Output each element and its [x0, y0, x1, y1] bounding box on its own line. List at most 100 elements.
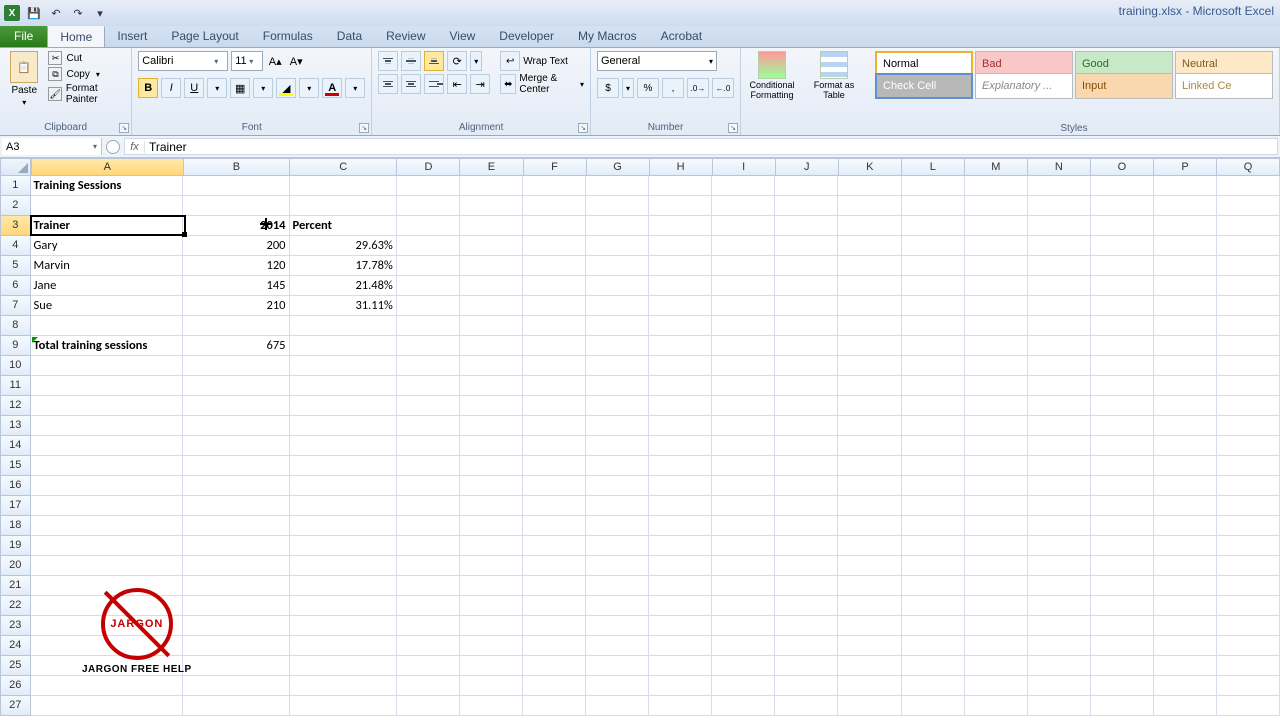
cell[interactable]: [397, 596, 460, 616]
cell[interactable]: [586, 516, 649, 536]
cell[interactable]: [460, 216, 523, 236]
cell[interactable]: [523, 396, 586, 416]
cell[interactable]: [1028, 536, 1091, 556]
cell[interactable]: [1154, 596, 1217, 616]
row-header[interactable]: 4: [0, 236, 31, 256]
cell[interactable]: [1091, 356, 1154, 376]
cell[interactable]: [1028, 516, 1091, 536]
cell[interactable]: [31, 556, 184, 576]
cell[interactable]: [649, 336, 712, 356]
cell[interactable]: [712, 256, 775, 276]
underline-button[interactable]: U: [184, 78, 204, 98]
cell[interactable]: [31, 436, 184, 456]
cell[interactable]: [460, 656, 523, 676]
cell[interactable]: [1154, 296, 1217, 316]
cell[interactable]: [1028, 436, 1091, 456]
cell[interactable]: [586, 616, 649, 636]
cell[interactable]: [1154, 636, 1217, 656]
orientation-dropdown-icon[interactable]: ▾: [470, 51, 482, 71]
cell[interactable]: [290, 376, 397, 396]
cell[interactable]: [1091, 656, 1154, 676]
cell[interactable]: [31, 316, 184, 336]
cell[interactable]: [586, 476, 649, 496]
cell[interactable]: [397, 536, 460, 556]
cell[interactable]: [586, 456, 649, 476]
number-format-select[interactable]: General▾: [597, 51, 717, 71]
cell[interactable]: [1091, 676, 1154, 696]
cell[interactable]: [712, 416, 775, 436]
cell[interactable]: [1217, 336, 1280, 356]
cell[interactable]: [1217, 276, 1280, 296]
cell[interactable]: [902, 516, 965, 536]
cell[interactable]: [523, 376, 586, 396]
cell[interactable]: [775, 296, 838, 316]
cell[interactable]: [649, 296, 712, 316]
cell[interactable]: [523, 516, 586, 536]
cell[interactable]: [712, 276, 775, 296]
cell[interactable]: [1028, 256, 1091, 276]
cell[interactable]: [965, 356, 1028, 376]
cell[interactable]: [838, 596, 901, 616]
cell[interactable]: [775, 316, 838, 336]
cell[interactable]: [775, 436, 838, 456]
cell[interactable]: [1028, 336, 1091, 356]
cell[interactable]: [965, 236, 1028, 256]
cell[interactable]: [965, 496, 1028, 516]
increase-decimal-button[interactable]: .0→: [687, 78, 709, 98]
conditional-formatting-button[interactable]: Conditional Formatting: [743, 51, 801, 121]
cell[interactable]: [1091, 236, 1154, 256]
tab-acrobat[interactable]: Acrobat: [649, 26, 714, 47]
cell[interactable]: [586, 416, 649, 436]
cell[interactable]: [965, 436, 1028, 456]
cell[interactable]: [397, 436, 460, 456]
cell[interactable]: [290, 356, 397, 376]
worksheet[interactable]: A B C D E F G H I J K L M N O P Q 1Train…: [0, 158, 1280, 716]
cell[interactable]: [965, 476, 1028, 496]
cell[interactable]: [902, 316, 965, 336]
cell[interactable]: [775, 496, 838, 516]
cell[interactable]: [290, 576, 397, 596]
cell[interactable]: [1217, 476, 1280, 496]
cell[interactable]: [1154, 176, 1217, 196]
cell[interactable]: [965, 176, 1028, 196]
cell[interactable]: [460, 616, 523, 636]
qat-dropdown-icon[interactable]: ▾: [92, 5, 108, 21]
cell[interactable]: [183, 576, 289, 596]
cell[interactable]: [1217, 536, 1280, 556]
font-name-select[interactable]: Calibri▾: [138, 51, 228, 71]
cell[interactable]: [397, 616, 460, 636]
cell[interactable]: [290, 196, 397, 216]
cell[interactable]: [712, 576, 775, 596]
cell[interactable]: [712, 216, 775, 236]
cell[interactable]: [902, 376, 965, 396]
cell[interactable]: [712, 476, 775, 496]
cell[interactable]: [902, 556, 965, 576]
cell[interactable]: [1154, 196, 1217, 216]
cell[interactable]: [902, 456, 965, 476]
cell[interactable]: [712, 556, 775, 576]
cell[interactable]: [902, 296, 965, 316]
cell[interactable]: [183, 656, 289, 676]
cell[interactable]: [397, 516, 460, 536]
cell[interactable]: [183, 416, 289, 436]
col-header-p[interactable]: P: [1154, 158, 1217, 176]
number-launcher-icon[interactable]: ↘: [728, 123, 738, 133]
cell[interactable]: [649, 496, 712, 516]
cell[interactable]: [1217, 176, 1280, 196]
cell[interactable]: [183, 456, 289, 476]
cell[interactable]: [1217, 556, 1280, 576]
cell[interactable]: [1154, 516, 1217, 536]
cell[interactable]: [902, 196, 965, 216]
cell[interactable]: [1028, 316, 1091, 336]
cell[interactable]: [183, 476, 289, 496]
cell[interactable]: [1091, 556, 1154, 576]
cell[interactable]: [523, 316, 586, 336]
tab-my-macros[interactable]: My Macros: [566, 26, 649, 47]
decrease-font-icon[interactable]: A▾: [287, 51, 305, 71]
cell[interactable]: [1028, 456, 1091, 476]
tab-data[interactable]: Data: [325, 26, 374, 47]
row-header[interactable]: 6: [0, 276, 31, 296]
cell[interactable]: [1154, 396, 1217, 416]
cell[interactable]: [397, 576, 460, 596]
cell[interactable]: [460, 696, 523, 716]
